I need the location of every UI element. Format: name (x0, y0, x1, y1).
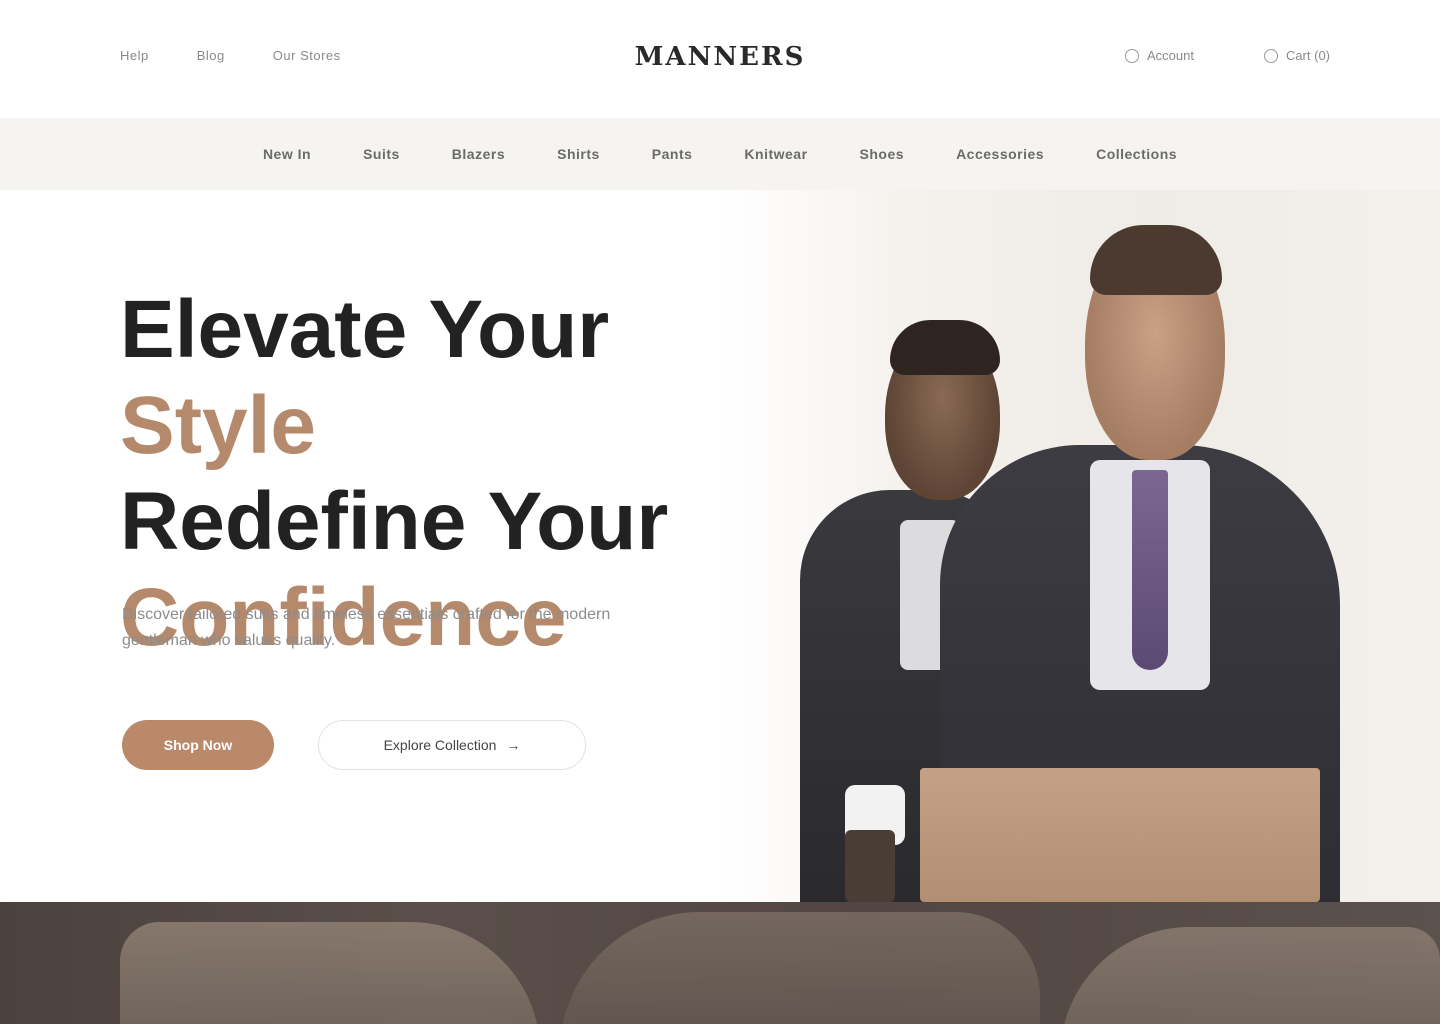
cart-label: Cart (0) (1285, 48, 1330, 63)
explore-collection-button[interactable]: Explore Collection → (318, 720, 586, 770)
headline-accent1: Style (120, 380, 316, 471)
utility-links: Help Blog Our Stores (120, 48, 341, 63)
nav-item-pants[interactable]: Pants (652, 146, 693, 162)
collection-image-3[interactable] (1060, 927, 1440, 1024)
brand-logo[interactable]: MANNERS (620, 42, 820, 72)
arrow-right-icon: → (506, 737, 521, 753)
top-header: Help Blog Our Stores MANNERS Account Car… (0, 0, 1440, 118)
nav-item-shirts[interactable]: Shirts (557, 146, 600, 162)
cart-icon (1263, 48, 1278, 63)
shop-now-button[interactable]: Shop Now (122, 720, 274, 770)
coffee-cup-base-image (845, 830, 895, 902)
nav-item-accessories[interactable]: Accessories (956, 146, 1044, 162)
hero-subtext: Discover tailored suits and timeless ess… (122, 606, 611, 649)
model-back-hair (890, 320, 1000, 375)
model-front-tie (1132, 470, 1168, 670)
nav-item-knitwear[interactable]: Knitwear (744, 146, 807, 162)
help-link[interactable]: Help (120, 48, 149, 63)
account-links: Account Cart (0) (1124, 48, 1330, 63)
account-link[interactable]: Account (1124, 48, 1194, 63)
collection-image-1[interactable] (120, 922, 540, 1024)
category-nav: New In Suits Blazers Shirts Pants Knitwe… (0, 118, 1440, 190)
cardboard-box-image (920, 768, 1320, 902)
cart-link[interactable]: Cart (0) (1263, 48, 1330, 63)
account-label: Account (1146, 48, 1194, 63)
nav-item-blazers[interactable]: Blazers (452, 146, 505, 162)
nav-item-shoes[interactable]: Shoes (860, 146, 905, 162)
nav-item-suits[interactable]: Suits (363, 146, 400, 162)
stores-link[interactable]: Our Stores (273, 48, 341, 63)
headline-part1: Elevate Your (120, 284, 610, 375)
featured-collections-band (0, 902, 1440, 1024)
hero-section: Elevate Your Style Redefine Your Confide… (0, 190, 1440, 902)
nav-item-new-in[interactable]: New In (263, 146, 311, 162)
nav-item-collections[interactable]: Collections (1096, 146, 1177, 162)
collection-image-2[interactable] (560, 912, 1040, 1024)
page: Help Blog Our Stores MANNERS Account Car… (0, 0, 1440, 1024)
explore-collection-label: Explore Collection (383, 737, 497, 753)
headline-part2: Redefine Your (120, 476, 669, 567)
blog-link[interactable]: Blog (197, 48, 225, 63)
user-icon (1124, 48, 1139, 63)
